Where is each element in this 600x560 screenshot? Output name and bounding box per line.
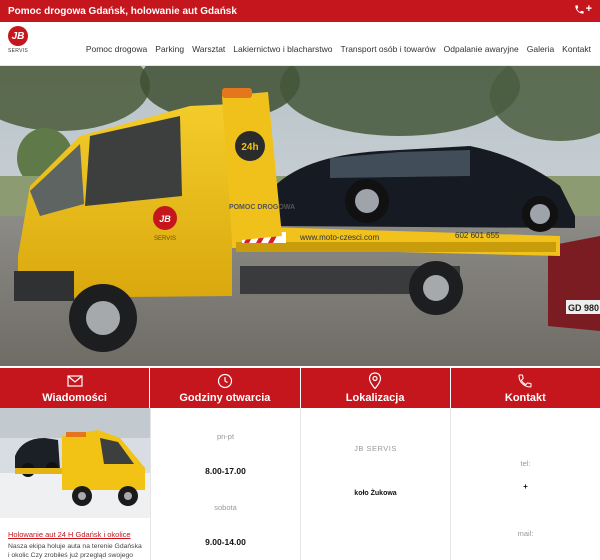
- hero-door-brand: JB: [159, 214, 171, 224]
- nav-item-lakiernictwo[interactable]: Lakiernictwo i blacharstwo: [229, 44, 336, 54]
- map-pin-icon: [369, 372, 382, 390]
- nav-item-odpalanie[interactable]: Odpalanie awaryjne: [440, 44, 523, 54]
- info-columns: Holowanie aut 24 H Gdańsk i okolice Nasz…: [0, 408, 600, 560]
- feature-label: Wiadomości: [42, 392, 107, 404]
- hours-day-saturday: sobota: [214, 503, 237, 512]
- header: JB SERVIS Pomoc drogowa Parking Warsztat…: [0, 22, 600, 66]
- location-place: koło Żukowa: [354, 490, 397, 497]
- phone-icon: [518, 374, 532, 388]
- feature-lokalizacja[interactable]: Lokalizacja: [300, 368, 451, 408]
- hero-plate: GD 980: [568, 303, 599, 313]
- hours-column: pn-pt 8.00-17.00 sobota 9.00-14.00: [151, 408, 301, 560]
- news-description: Nasza ekipa holuje auta na terenie Gdańs…: [8, 543, 142, 559]
- location-column: JB SERVIS koło Żukowa: [301, 408, 451, 560]
- location-company: JB SERVIS: [354, 444, 397, 453]
- feature-godziny[interactable]: Godziny otwarcia: [150, 368, 301, 408]
- news-thumbnail[interactable]: [0, 408, 150, 518]
- feature-label: Lokalizacja: [345, 392, 405, 404]
- hero-cab-text: POMOC DROGOWA: [229, 204, 295, 211]
- nav-item-transport[interactable]: Transport osób i towarów: [337, 44, 440, 54]
- hours-day-weekdays: pn-pt: [216, 432, 235, 441]
- logo[interactable]: JB SERVIS: [8, 26, 32, 62]
- news-truck-photo: [0, 408, 150, 518]
- top-phone[interactable]: +: [574, 3, 592, 15]
- news-title-link[interactable]: Holowanie aut 24 H Gdańsk i okolice: [0, 518, 150, 539]
- nav-item-galeria[interactable]: Galeria: [523, 44, 558, 54]
- envelope-icon: [67, 375, 83, 387]
- logo-mark: JB: [8, 26, 28, 46]
- nav-item-parking[interactable]: Parking: [151, 44, 188, 54]
- tow-truck-photo: GD 980 www.moto-czesci.com 602 601 655 2…: [0, 66, 600, 366]
- contact-tel-label: tel:: [520, 459, 531, 468]
- nav-item-pomoc-drogowa[interactable]: Pomoc drogowa: [82, 44, 151, 54]
- clock-icon: [217, 373, 232, 389]
- hero-website: www.moto-czesci.com: [299, 233, 379, 242]
- phone-plus: +: [585, 3, 592, 15]
- feature-wiadomosci[interactable]: Wiadomości: [0, 368, 151, 408]
- hours-value-weekdays: 8.00-17.00: [205, 466, 246, 476]
- site-title: Pomoc drogowa Gdańsk, holowanie aut Gdań…: [8, 5, 237, 17]
- nav-item-kontakt[interactable]: Kontakt: [558, 44, 595, 54]
- hours-value-saturday: 9.00-14.00: [205, 537, 246, 547]
- feature-label: Kontakt: [504, 392, 546, 404]
- hero-24h-sign: 24h: [241, 142, 258, 153]
- contact-tel-value[interactable]: +: [451, 482, 600, 491]
- hero-image: GD 980 www.moto-czesci.com 602 601 655 2…: [0, 66, 600, 366]
- main-nav: Pomoc drogowa Parking Warsztat Lakiernic…: [82, 44, 595, 54]
- logo-text: SERVIS: [8, 48, 29, 54]
- feature-strip: Wiadomości Godziny otwarcia Lokalizacja …: [0, 368, 600, 408]
- news-column: Holowanie aut 24 H Gdańsk i okolice Nasz…: [0, 408, 151, 560]
- hero-door-text: SERVIS: [154, 236, 176, 242]
- feature-kontakt[interactable]: Kontakt: [450, 368, 600, 408]
- top-bar: Pomoc drogowa Gdańsk, holowanie aut Gdań…: [0, 0, 600, 22]
- feature-label: Godziny otwarcia: [179, 392, 271, 404]
- hero-phone: 602 601 655: [455, 231, 500, 240]
- contact-column: tel: + mail:: [451, 408, 600, 560]
- contact-mail-label: mail:: [517, 529, 534, 538]
- phone-icon: [574, 4, 584, 14]
- nav-item-warsztat[interactable]: Warsztat: [188, 44, 229, 54]
